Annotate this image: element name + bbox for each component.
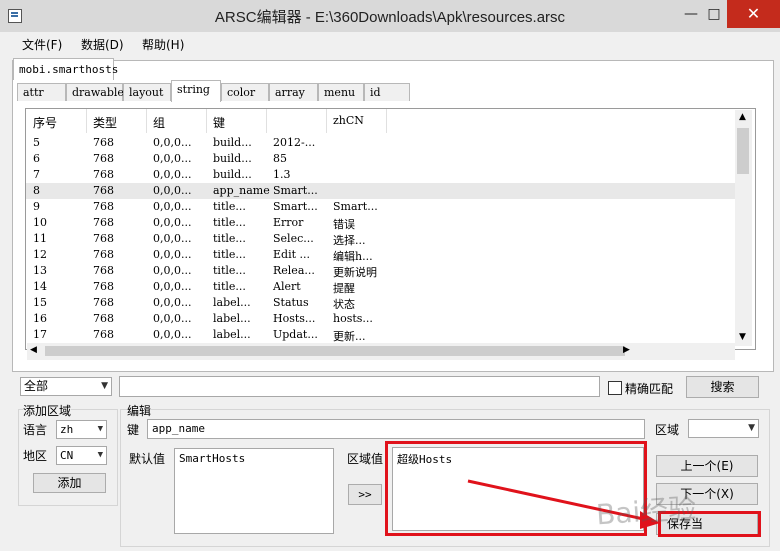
app-window: ARSC编辑器 - E:\360Downloads\Apk\resources.… <box>0 0 780 551</box>
watermark: Bai经验 <box>595 491 698 532</box>
tab-string[interactable]: string <box>171 80 221 102</box>
package-tab[interactable]: mobi.smarthosts <box>13 58 118 80</box>
annotation-arrow <box>467 479 660 529</box>
